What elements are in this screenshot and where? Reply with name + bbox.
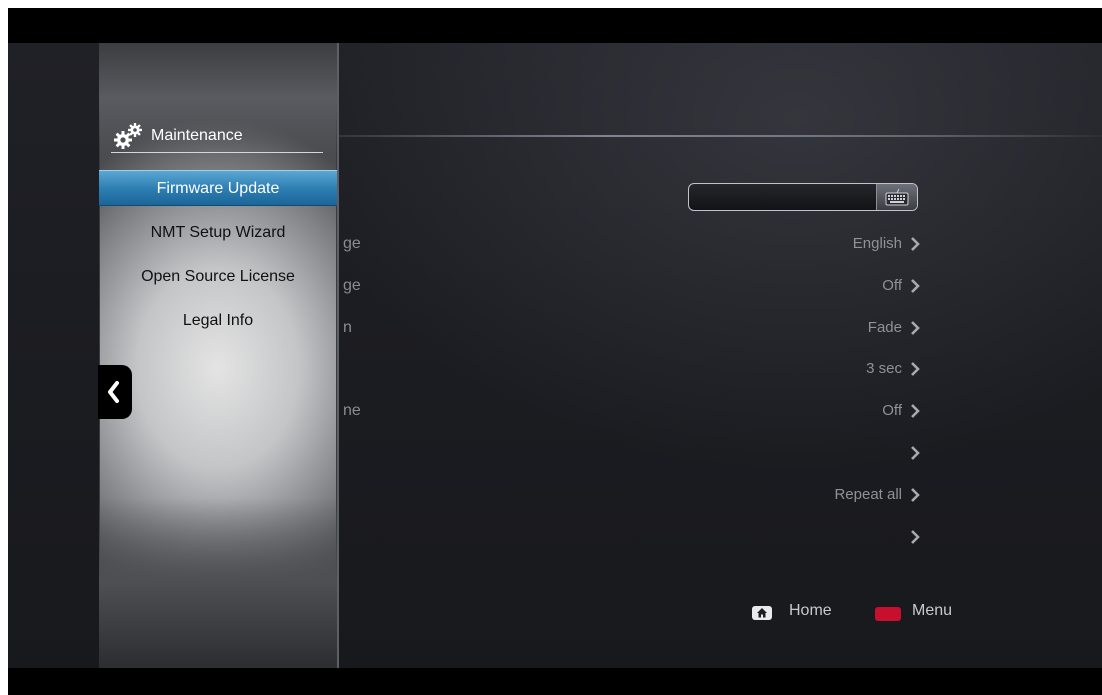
panel-divider [111,152,323,153]
setting-value: Off [882,402,902,419]
setting-value: 3 sec [866,360,902,377]
keyboard-icon [885,188,909,206]
menu-item-firmware-update[interactable]: Firmware Update [99,170,337,206]
maintenance-panel: Maintenance Firmware Update NMT Setup Wi… [99,43,339,668]
chevron-right-icon [911,321,920,335]
setting-value: Off [882,277,902,294]
legend-menu-label: Menu [912,602,953,619]
chevron-right-icon [911,488,920,502]
menu-item-open-source-license[interactable]: Open Source License [99,259,337,295]
setting-value: Fade [867,319,902,336]
setting-label: n [343,319,352,336]
setting-label: ge [343,277,361,294]
home-icon [757,608,767,618]
setting-label: ne [343,402,361,419]
setting-label: ge [343,235,361,252]
chevron-right-icon [911,237,920,251]
chevron-right-icon [911,362,920,376]
tv-screen: ge English ge Off n Fade 3 sec ne Off Re… [8,8,1102,695]
panel-bottom-shade [99,498,337,668]
chevron-right-icon [911,404,920,418]
menu-item-nmt-setup-wizard[interactable]: NMT Setup Wizard [99,215,337,251]
menu-item-legal-info[interactable]: Legal Info [99,303,337,339]
legend-home-label: Home [789,602,832,619]
search-input[interactable] [688,183,918,211]
gears-icon [114,123,142,149]
chevron-right-icon [911,446,920,460]
chevron-right-icon [911,530,920,544]
header-divider [338,135,1102,137]
chevron-left-icon [108,381,119,403]
setting-value: English [852,235,902,252]
setting-value: Repeat all [834,486,902,503]
settings-screen: ge English ge Off n Fade 3 sec ne Off Re… [8,43,1102,668]
chevron-right-icon [911,279,920,293]
red-key-icon [875,607,901,621]
home-key-icon [752,606,772,620]
back-button[interactable] [98,365,132,419]
keyboard-button[interactable] [876,184,917,210]
panel-title: Maintenance [151,127,243,144]
